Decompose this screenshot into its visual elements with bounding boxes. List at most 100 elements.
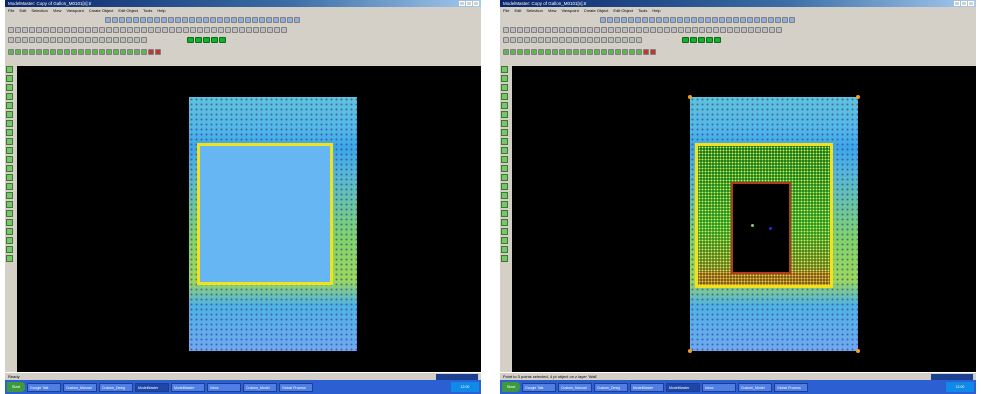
- draw-tool-icon[interactable]: [501, 237, 508, 244]
- tool-icon[interactable]: [106, 27, 112, 33]
- tool-icon[interactable]: [789, 17, 795, 23]
- vertex-handle[interactable]: [688, 95, 692, 99]
- draw-tool-icon[interactable]: [6, 237, 13, 244]
- draw-tool-icon[interactable]: [6, 246, 13, 253]
- menu-file[interactable]: File: [503, 7, 509, 14]
- tool-icon[interactable]: [692, 27, 698, 33]
- tool-icon[interactable]: [50, 49, 56, 55]
- menu-view[interactable]: View: [53, 7, 62, 14]
- tool-icon[interactable]: [538, 37, 544, 43]
- tool-icon[interactable]: [197, 27, 203, 33]
- 3d-viewport[interactable]: [512, 66, 976, 372]
- taskbar-item[interactable]: Custom_Manual: [63, 382, 97, 392]
- menu-help[interactable]: Help: [157, 7, 165, 14]
- tool-icon[interactable]: [769, 27, 775, 33]
- tool-icon[interactable]: [657, 27, 663, 33]
- tool-icon[interactable]: [50, 27, 56, 33]
- layer-block[interactable]: [187, 37, 194, 43]
- tool-icon[interactable]: [141, 37, 147, 43]
- tool-icon[interactable]: [754, 17, 760, 23]
- tool-icon[interactable]: [755, 27, 761, 33]
- close-button[interactable]: [473, 1, 479, 6]
- tool-icon[interactable]: [712, 17, 718, 23]
- tool-icon[interactable]: [57, 37, 63, 43]
- pivot-point-icon[interactable]: [751, 224, 754, 227]
- vertex-handle[interactable]: [856, 349, 860, 353]
- tool-icon[interactable]: [43, 49, 49, 55]
- minimize-button[interactable]: [459, 1, 465, 6]
- tool-icon[interactable]: [559, 27, 565, 33]
- tool-icon[interactable]: [36, 27, 42, 33]
- tool-icon[interactable]: [140, 17, 146, 23]
- tool-icon[interactable]: [705, 17, 711, 23]
- tool-icon[interactable]: [670, 17, 676, 23]
- tool-icon[interactable]: [559, 49, 565, 55]
- tool-icon[interactable]: [761, 17, 767, 23]
- taskbar-item[interactable]: ModelMaster: [666, 382, 700, 392]
- draw-tool-icon[interactable]: [501, 111, 508, 118]
- draw-tool-icon[interactable]: [501, 246, 508, 253]
- tool-icon[interactable]: [510, 37, 516, 43]
- draw-tool-icon[interactable]: [501, 129, 508, 136]
- tool-icon[interactable]: [203, 17, 209, 23]
- tool-icon[interactable]: [566, 49, 572, 55]
- tool-icon[interactable]: [628, 17, 634, 23]
- tool-icon[interactable]: [621, 17, 627, 23]
- tool-icon[interactable]: [587, 49, 593, 55]
- tool-icon[interactable]: [747, 17, 753, 23]
- tool-icon[interactable]: [8, 27, 14, 33]
- wall-model[interactable]: [688, 95, 860, 353]
- tool-icon[interactable]: [622, 27, 628, 33]
- tool-icon[interactable]: [99, 37, 105, 43]
- draw-tool-icon[interactable]: [501, 219, 508, 226]
- tool-icon[interactable]: [573, 49, 579, 55]
- layer-block[interactable]: [714, 37, 721, 43]
- tool-icon[interactable]: [684, 17, 690, 23]
- maximize-button[interactable]: [961, 1, 967, 6]
- draw-tool-icon[interactable]: [501, 147, 508, 154]
- tool-icon[interactable]: [734, 27, 740, 33]
- tool-icon[interactable]: [677, 17, 683, 23]
- tool-icon[interactable]: [287, 17, 293, 23]
- tool-icon[interactable]: [29, 27, 35, 33]
- tool-icon[interactable]: [64, 37, 70, 43]
- tool-icon[interactable]: [580, 27, 586, 33]
- tool-icon[interactable]: [217, 17, 223, 23]
- taskbar-item[interactable]: Custom_Model: [243, 382, 277, 392]
- draw-tool-icon[interactable]: [501, 174, 508, 181]
- draw-tool-icon[interactable]: [501, 228, 508, 235]
- tool-icon[interactable]: [650, 27, 656, 33]
- menu-file[interactable]: File: [8, 7, 14, 14]
- tool-icon[interactable]: [636, 49, 642, 55]
- tool-icon[interactable]: [71, 27, 77, 33]
- tool-icon[interactable]: [106, 37, 112, 43]
- tool-icon[interactable]: [517, 49, 523, 55]
- minimize-button[interactable]: [954, 1, 960, 6]
- tool-icon[interactable]: [740, 17, 746, 23]
- menu-selection[interactable]: Selection: [526, 7, 542, 14]
- tool-icon[interactable]: [698, 17, 704, 23]
- draw-tool-icon[interactable]: [501, 210, 508, 217]
- tool-icon[interactable]: [643, 49, 649, 55]
- tool-icon[interactable]: [43, 27, 49, 33]
- tool-icon[interactable]: [294, 17, 300, 23]
- tool-icon[interactable]: [127, 49, 133, 55]
- tool-icon[interactable]: [15, 37, 21, 43]
- tool-icon[interactable]: [105, 17, 111, 23]
- tool-icon[interactable]: [594, 49, 600, 55]
- tool-icon[interactable]: [36, 49, 42, 55]
- draw-tool-icon[interactable]: [501, 255, 508, 262]
- tool-icon[interactable]: [656, 17, 662, 23]
- tool-icon[interactable]: [748, 27, 754, 33]
- draw-tool-icon[interactable]: [6, 174, 13, 181]
- tool-icon[interactable]: [154, 17, 160, 23]
- menu-tools[interactable]: Tools: [638, 7, 647, 14]
- tool-icon[interactable]: [573, 27, 579, 33]
- draw-tool-icon[interactable]: [6, 102, 13, 109]
- tool-icon[interactable]: [642, 17, 648, 23]
- tool-icon[interactable]: [719, 17, 725, 23]
- tool-icon[interactable]: [706, 27, 712, 33]
- taskbar-item[interactable]: ModelMaster: [135, 382, 169, 392]
- tool-icon[interactable]: [531, 27, 537, 33]
- layer-block[interactable]: [706, 37, 713, 43]
